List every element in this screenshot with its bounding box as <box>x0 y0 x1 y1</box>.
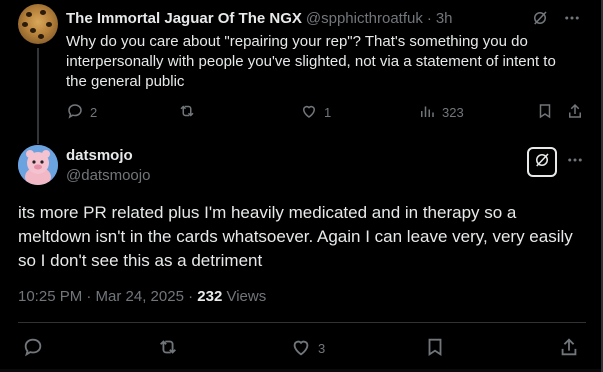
thread-line <box>37 48 39 144</box>
main-reply-button[interactable] <box>22 336 50 361</box>
main-avatar[interactable] <box>18 145 58 185</box>
reply-repost-button[interactable] <box>178 102 202 123</box>
main-bookmark-button[interactable] <box>424 336 446 361</box>
bookmark-icon <box>424 336 446 361</box>
main-tweet-meta: 10:25 PM · Mar 24, 2025 · 232 Views <box>18 288 266 305</box>
grok-button[interactable] <box>527 147 557 177</box>
main-tweet-text: its more PR related plus I'm heavily med… <box>18 203 573 270</box>
reply-tweet[interactable]: The Immortal Jaguar Of The NGX @spphicth… <box>0 0 601 144</box>
bookmark-icon <box>536 102 554 123</box>
reply-time[interactable]: 3h <box>436 10 453 27</box>
reply-share-button[interactable] <box>566 102 584 123</box>
reply-bookmark-button[interactable] <box>536 102 554 123</box>
views-icon <box>418 102 436 123</box>
main-repost-button[interactable] <box>157 336 185 361</box>
main-timestamp[interactable]: 10:25 PM · Mar 24, 2025 · <box>18 288 197 305</box>
main-action-bar: 3 <box>0 336 601 360</box>
main-more-button[interactable] <box>566 151 584 174</box>
reply-views-button[interactable]: 323 <box>418 102 464 123</box>
share-icon <box>566 102 584 123</box>
main-views-count: 232 <box>197 288 223 305</box>
reply-top-icons <box>531 9 581 32</box>
grok-icon <box>533 151 551 174</box>
reply-author-handle[interactable]: @spphicthroatfuk <box>306 10 423 27</box>
reply-reply-button[interactable]: 2 <box>66 102 97 123</box>
reply-views-count: 323 <box>442 105 464 120</box>
reply-author-name[interactable]: The Immortal Jaguar Of The NGX <box>66 10 302 27</box>
grok-icon[interactable] <box>531 9 549 32</box>
share-icon <box>558 336 580 361</box>
repost-icon <box>178 102 196 123</box>
more-icon[interactable] <box>563 9 581 32</box>
main-author-name[interactable]: datsmojo <box>66 147 133 164</box>
reply-text: Why do you care about "repairing your re… <box>66 33 556 90</box>
reply-like-button[interactable]: 1 <box>300 102 331 123</box>
main-share-button[interactable] <box>558 336 580 361</box>
main-views-label: Views <box>222 288 267 305</box>
main-author-handle[interactable]: @datsmoojo <box>66 167 150 184</box>
reply-header: The Immortal Jaguar Of The NGX @spphicth… <box>66 8 453 28</box>
reply-icon <box>66 102 84 123</box>
like-icon <box>290 336 312 361</box>
repost-icon <box>157 336 179 361</box>
main-like-button[interactable]: 3 <box>290 336 325 361</box>
reply-like-count: 1 <box>324 105 332 120</box>
divider <box>18 322 586 323</box>
like-icon <box>300 102 318 123</box>
reply-action-bar: 2 1 323 <box>66 102 586 122</box>
reply-separator: · <box>426 9 432 27</box>
reply-reply-count: 2 <box>90 105 98 120</box>
more-icon <box>566 156 584 173</box>
reply-avatar[interactable] <box>18 4 58 44</box>
main-like-count: 3 <box>318 341 326 356</box>
reply-icon <box>22 336 44 361</box>
